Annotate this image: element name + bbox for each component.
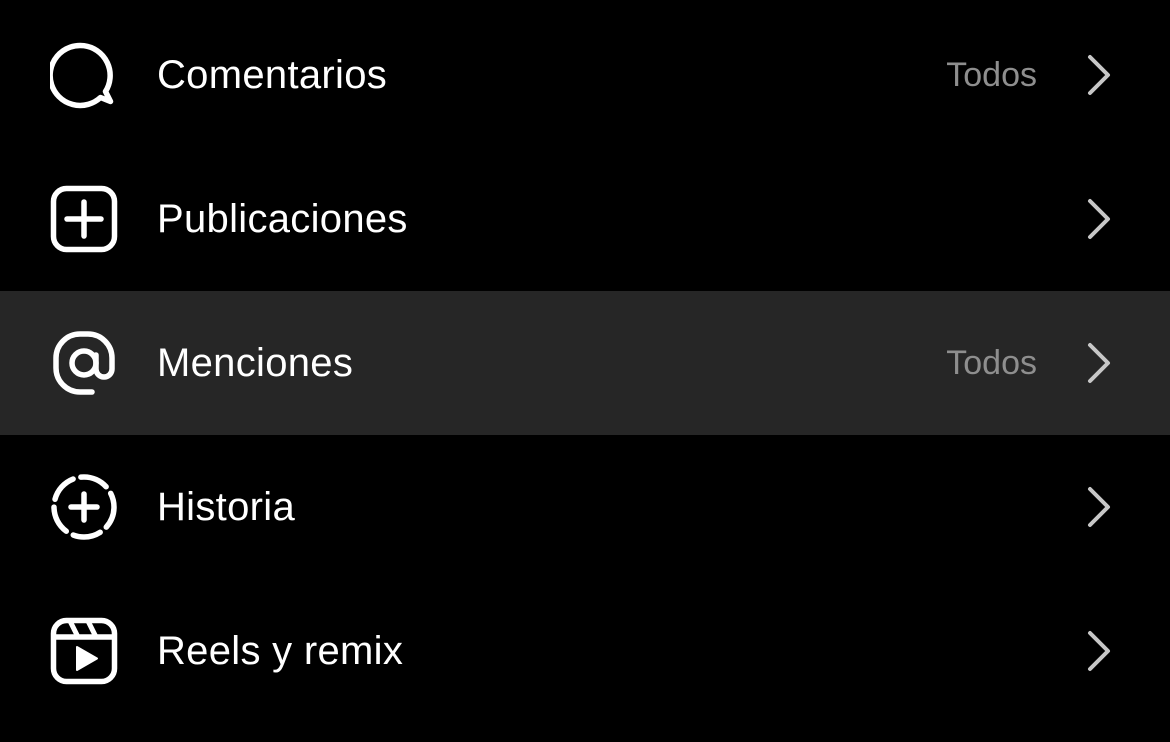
comment-bubble-icon — [50, 41, 118, 109]
add-square-icon — [50, 185, 118, 253]
chevron-right-icon — [1082, 629, 1116, 673]
reels-icon — [50, 617, 118, 685]
menu-item-reels-y-remix[interactable]: Reels y remix — [0, 579, 1170, 723]
add-story-icon — [50, 473, 118, 541]
menu-item-label: Publicaciones — [157, 197, 408, 241]
chevron-right-icon — [1082, 53, 1116, 97]
menu-item-label: Comentarios — [157, 53, 388, 97]
chevron-right-icon — [1082, 341, 1116, 385]
menu-item-value: Todos — [946, 344, 1037, 382]
chevron-right-icon — [1082, 197, 1116, 241]
notification-settings-list: Comentarios Todos Publicaciones Mencione… — [0, 0, 1170, 742]
menu-item-historia[interactable]: Historia — [0, 435, 1170, 579]
menu-item-label: Menciones — [157, 341, 354, 385]
menu-item-publicaciones[interactable]: Publicaciones — [0, 147, 1170, 291]
menu-item-label: Historia — [157, 485, 295, 529]
at-sign-icon — [50, 329, 118, 397]
menu-item-value: Todos — [946, 56, 1037, 94]
menu-item-menciones[interactable]: Menciones Todos — [0, 291, 1170, 435]
menu-item-label: Reels y remix — [157, 629, 404, 673]
menu-item-comentarios[interactable]: Comentarios Todos — [0, 3, 1170, 147]
chevron-right-icon — [1082, 485, 1116, 529]
